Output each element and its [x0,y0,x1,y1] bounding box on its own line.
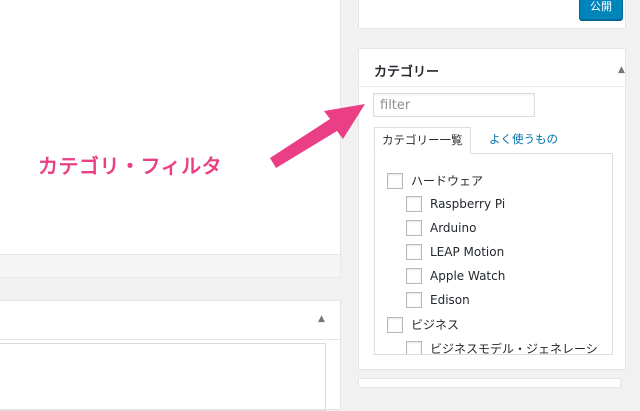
annotation-arrow-icon [270,104,365,168]
annotation-arrow-shape [270,104,365,168]
tab-all-categories[interactable]: カテゴリー一覧 [374,127,471,154]
